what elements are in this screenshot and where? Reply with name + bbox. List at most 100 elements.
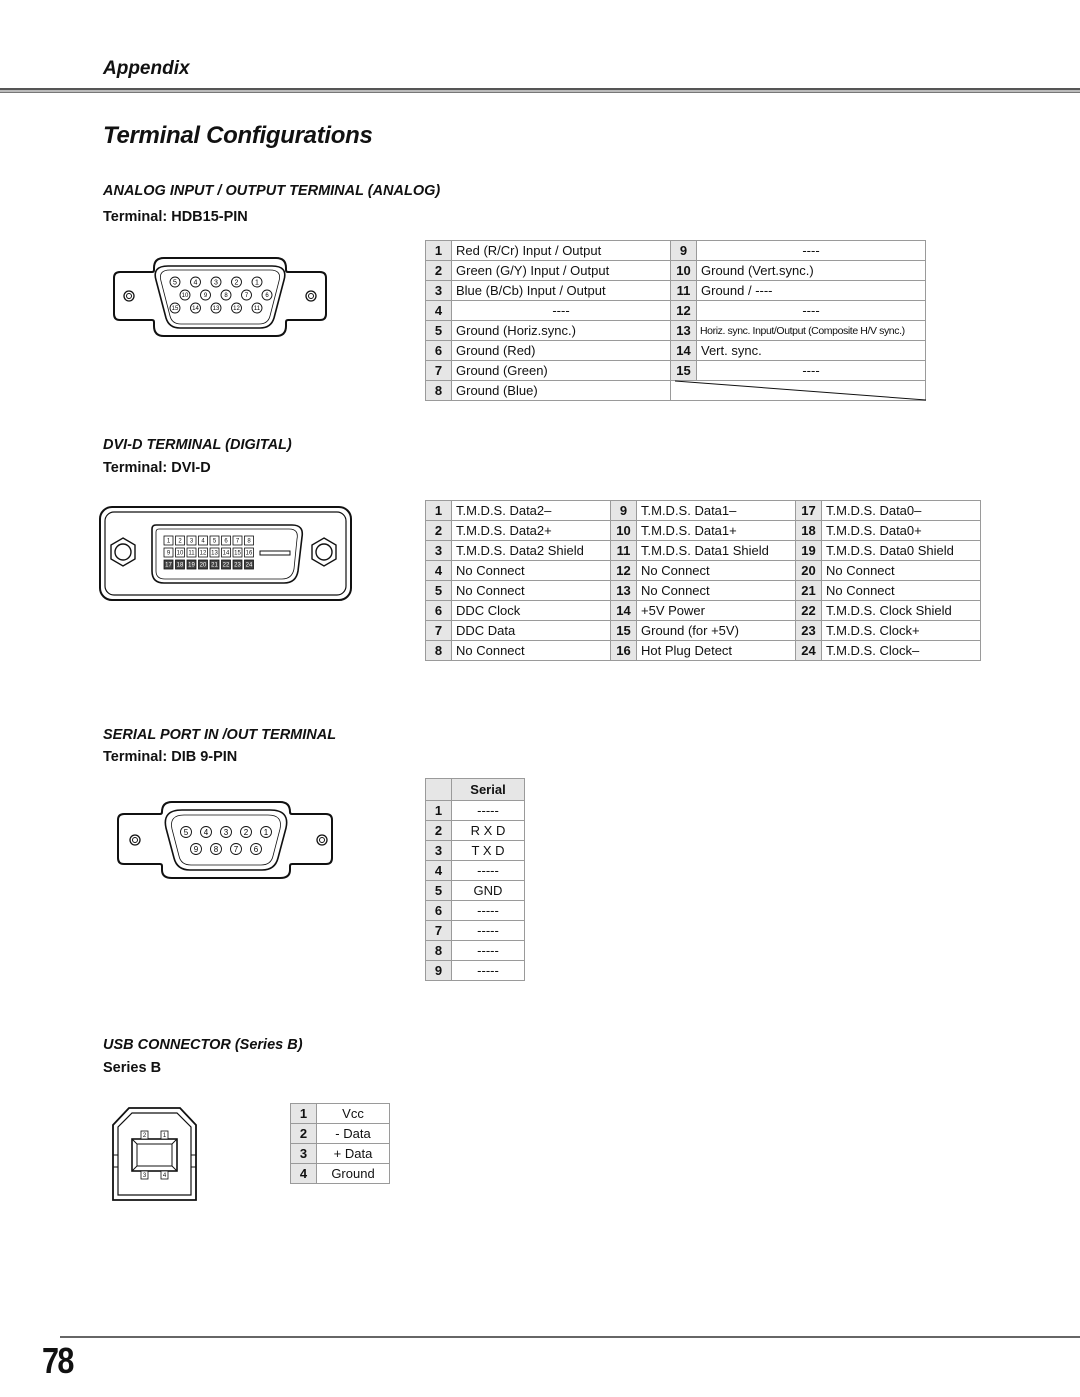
dvi-terminal-label: Terminal: DVI-D xyxy=(103,460,211,476)
dvi-d-connector-diagram: 1 2 3 4 5 6 7 89 10 11 12 13 14 15 1617 18 19 20 21 22 23 24 xyxy=(99,506,352,601)
table-row: 5 No Connect 13 No Connect 21 No Connect xyxy=(425,580,981,601)
pin-description: T.M.D.S. Data0– xyxy=(821,500,981,521)
pin-description: Horiz. sync. Input/Output (Composite H/V… xyxy=(696,320,926,341)
pin-number: 6 xyxy=(425,900,452,921)
pin-number: 18 xyxy=(795,520,822,541)
pin-number: 10 xyxy=(610,520,637,541)
pin-label: 7 xyxy=(245,293,249,299)
analog-table-empty-cell-diagonal xyxy=(675,380,927,401)
pin-number: 10 xyxy=(670,260,697,281)
pin-number: 1 xyxy=(425,800,452,821)
pin-description: No Connect xyxy=(451,580,611,601)
pin-label: 13 xyxy=(211,551,218,557)
table-row: 4 No Connect 12 No Connect 20 No Connect xyxy=(425,560,981,581)
pin-label: 3 xyxy=(224,828,229,837)
pin-description: Ground / ---- xyxy=(696,280,926,301)
pin-label: 14 xyxy=(192,306,199,312)
pin-description: No Connect xyxy=(636,560,796,581)
pin-description: GND xyxy=(451,880,525,901)
pin-label: 5 xyxy=(173,279,177,286)
pin-label: 9 xyxy=(204,293,208,299)
pin-label: 12 xyxy=(200,551,207,557)
table-row: 5 Ground (Horiz.sync.) 13 Horiz. sync. Inpu… xyxy=(425,320,926,341)
table-row: 3 + Data xyxy=(290,1143,390,1164)
pin-description: No Connect xyxy=(451,640,611,661)
pin-number: 16 xyxy=(610,640,637,661)
table-row: 8 ----- xyxy=(425,940,525,961)
table-row: 8 No Connect 16 Hot Plug Detect 24 T.M.D.S. C… xyxy=(425,640,981,661)
pin-number: 9 xyxy=(670,240,697,261)
pin-label: 16 xyxy=(246,551,253,557)
pin-label: 4 xyxy=(194,279,198,286)
table-row: 7 DDC Data 15 Ground (for +5V) 23 T.M.D.S. Cl… xyxy=(425,620,981,641)
hdb15-connector-diagram: 5 4 3 2 1 10 9 8 7 6 15 14 13 12 11 xyxy=(113,257,327,337)
table-row: 3 T.M.D.S. Data2 Shield 11 T.M.D.S. Data1 S… xyxy=(425,540,981,561)
pin-description: ----- xyxy=(451,960,525,981)
pin-number: 3 xyxy=(425,280,452,301)
pin-description: ----- xyxy=(451,900,525,921)
pin-description: T X D xyxy=(451,840,525,861)
pin-number: 4 xyxy=(425,560,452,581)
pin-description: T.M.D.S. Clock– xyxy=(821,640,981,661)
pin-label: 4 xyxy=(204,828,209,837)
pin-label: 6 xyxy=(265,293,269,299)
table-row: 6 Ground (Red) 14 Vert. sync. xyxy=(425,340,926,361)
pin-description: + Data xyxy=(316,1143,390,1164)
pin-number: 13 xyxy=(670,320,697,341)
pin-label: 10 xyxy=(177,551,184,557)
pin-label: 6 xyxy=(254,845,259,854)
usb-terminal-label: Series B xyxy=(103,1060,162,1076)
serial-pin-table: Serial 1 ----- 2 R X D3T X D 4 ----- 5 GND 6 ----… xyxy=(425,778,525,981)
pin-label: 11 xyxy=(254,306,261,312)
pin-number: 13 xyxy=(610,580,637,601)
table-row: 1 Vcc xyxy=(290,1103,390,1124)
pin-label: 15 xyxy=(172,306,179,312)
table-row: 4 ---- 12 ---- xyxy=(425,300,926,321)
pin-description: T.M.D.S. Data1+ xyxy=(636,520,796,541)
pin-description: Green (G/Y) Input / Output xyxy=(451,260,671,281)
top-divider xyxy=(0,88,1080,93)
pin-number: 6 xyxy=(425,600,452,621)
pin-number: 2 xyxy=(290,1123,317,1144)
table-row: 2R X D xyxy=(425,820,525,841)
usb-section-title: USB CONNECTOR (Series B) xyxy=(103,1037,303,1053)
pin-description: Ground (Red) xyxy=(451,340,671,361)
table-row: 1 Red (R/Cr) Input / Output 9 ---- xyxy=(425,240,926,261)
pin-description: Vcc xyxy=(316,1103,390,1124)
pin-description: No Connect xyxy=(451,560,611,581)
pin-description: T.M.D.S. Data2 Shield xyxy=(451,540,611,561)
pin-label: 11 xyxy=(188,551,195,557)
pin-number: 1 xyxy=(290,1103,317,1124)
table-row: 4 Ground xyxy=(290,1163,390,1184)
table-row: 3T X D xyxy=(425,840,525,861)
pin-label: 19 xyxy=(188,563,195,569)
pin-description: T.M.D.S. Data2– xyxy=(451,500,611,521)
pin-label: 22 xyxy=(223,563,230,569)
analog-pin-table: 1 Red (R/Cr) Input / Output 9 ---- 2 Green (G… xyxy=(425,240,926,401)
table-row: 4 ----- xyxy=(425,860,525,881)
pin-description: ---- xyxy=(696,300,926,321)
table-row: 3 Blue (B/Cb) Input / Output 11 Ground / --… xyxy=(425,280,926,301)
pin-description: ---- xyxy=(696,360,926,381)
usb-b-connector-diagram: 2 13 4 xyxy=(112,1107,197,1201)
pin-label: 17 xyxy=(165,563,172,569)
pin-label: 24 xyxy=(246,563,253,569)
pin-label: 2 xyxy=(235,279,239,286)
pin-description: +5V Power xyxy=(636,600,796,621)
pin-label: 2 xyxy=(244,828,249,837)
pin-number: 8 xyxy=(425,380,452,401)
pin-label: 10 xyxy=(182,293,189,299)
pin-number: 2 xyxy=(425,260,452,281)
pin-number: 12 xyxy=(610,560,637,581)
table-row: 2- Data xyxy=(290,1123,390,1144)
pin-number: 12 xyxy=(670,300,697,321)
dvi-d-pins: 1 2 3 4 5 6 7 89 10 11 12 13 14 15 1617 18 19 20 21 22 23 24 xyxy=(163,535,254,570)
pin-label: 21 xyxy=(211,563,218,569)
pin-description: T.M.D.S. Data0+ xyxy=(821,520,981,541)
pin-number: 3 xyxy=(290,1143,317,1164)
pin-number: 23 xyxy=(795,620,822,641)
pin-label: 5 xyxy=(184,828,189,837)
pin-label: 9 xyxy=(194,845,199,854)
pin-label: 3 xyxy=(214,279,218,286)
pin-description: ----- xyxy=(451,860,525,881)
